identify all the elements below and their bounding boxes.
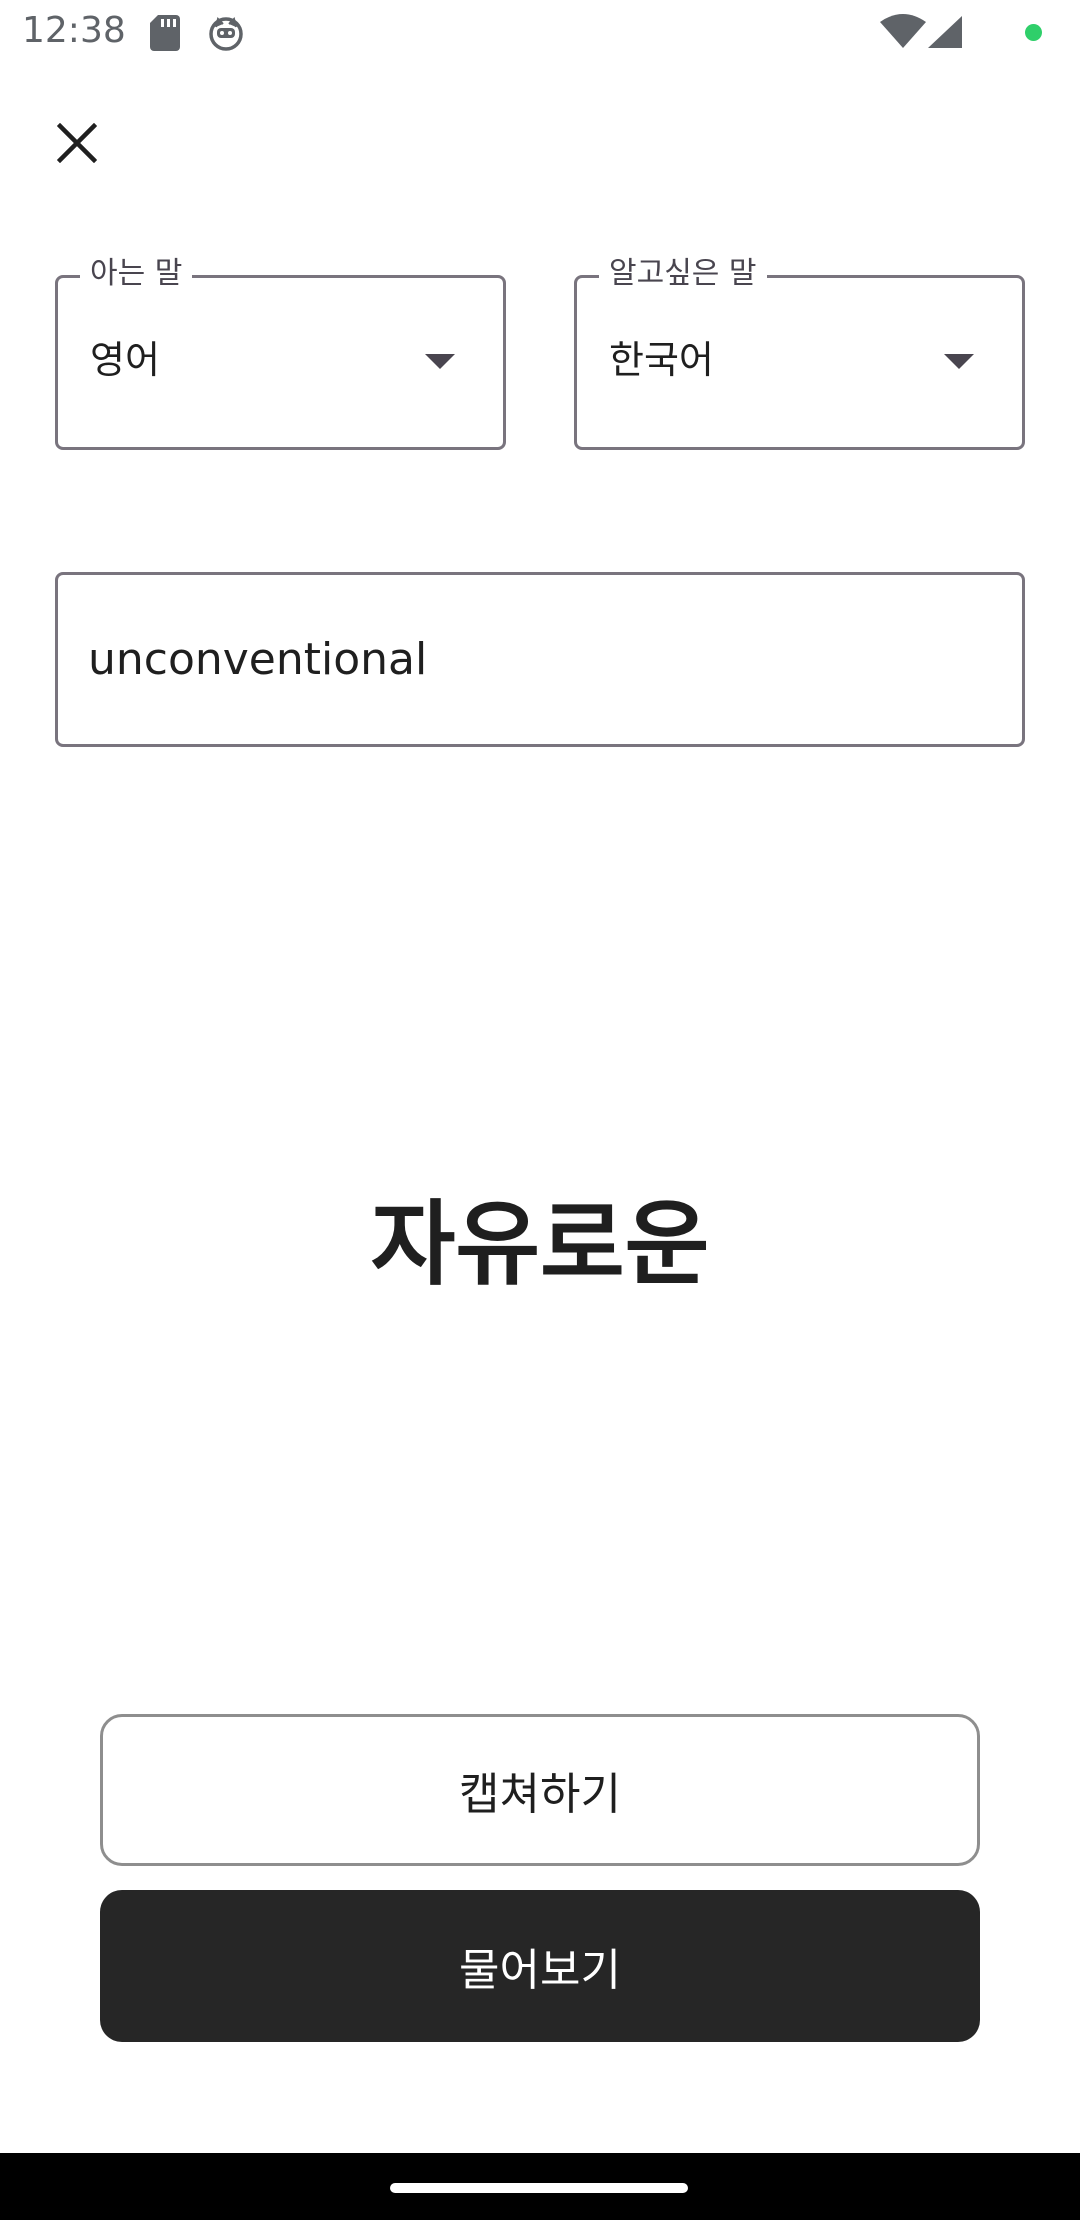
translation-result: 자유로운 bbox=[370, 1191, 710, 1298]
ask-button[interactable]: 물어보기 bbox=[100, 1890, 980, 2042]
sd-card-icon bbox=[150, 15, 180, 51]
target-language-select[interactable]: 알고싶은 말 한국어 bbox=[574, 254, 1025, 450]
capture-button[interactable]: 캡쳐하기 bbox=[100, 1714, 980, 1866]
screen: 12:38 아는 말 영어 알고싶은 말 한국어 unconventional … bbox=[0, 0, 1080, 2220]
known-language-select[interactable]: 아는 말 영어 bbox=[55, 254, 506, 450]
status-time: 12:38 bbox=[22, 10, 126, 51]
word-input[interactable] bbox=[88, 627, 988, 691]
close-icon bbox=[57, 123, 97, 163]
status-dot-icon bbox=[1025, 24, 1042, 41]
known-language-label: 아는 말 bbox=[80, 254, 193, 294]
dropdown-arrow-icon[interactable] bbox=[425, 354, 455, 369]
wifi-icon bbox=[880, 14, 926, 48]
known-language-value: 영어 bbox=[90, 338, 160, 382]
target-language-value: 한국어 bbox=[609, 338, 714, 382]
navigation-bar bbox=[0, 2153, 1080, 2220]
dropdown-arrow-icon[interactable] bbox=[944, 354, 974, 369]
word-input-field[interactable] bbox=[55, 572, 1025, 747]
status-bar: 12:38 bbox=[0, 0, 1080, 66]
cat-icon bbox=[209, 17, 243, 51]
home-handle[interactable] bbox=[390, 2183, 688, 2193]
target-language-label: 알고싶은 말 bbox=[599, 254, 767, 294]
close-button[interactable] bbox=[40, 106, 114, 180]
cellular-icon bbox=[928, 16, 962, 48]
